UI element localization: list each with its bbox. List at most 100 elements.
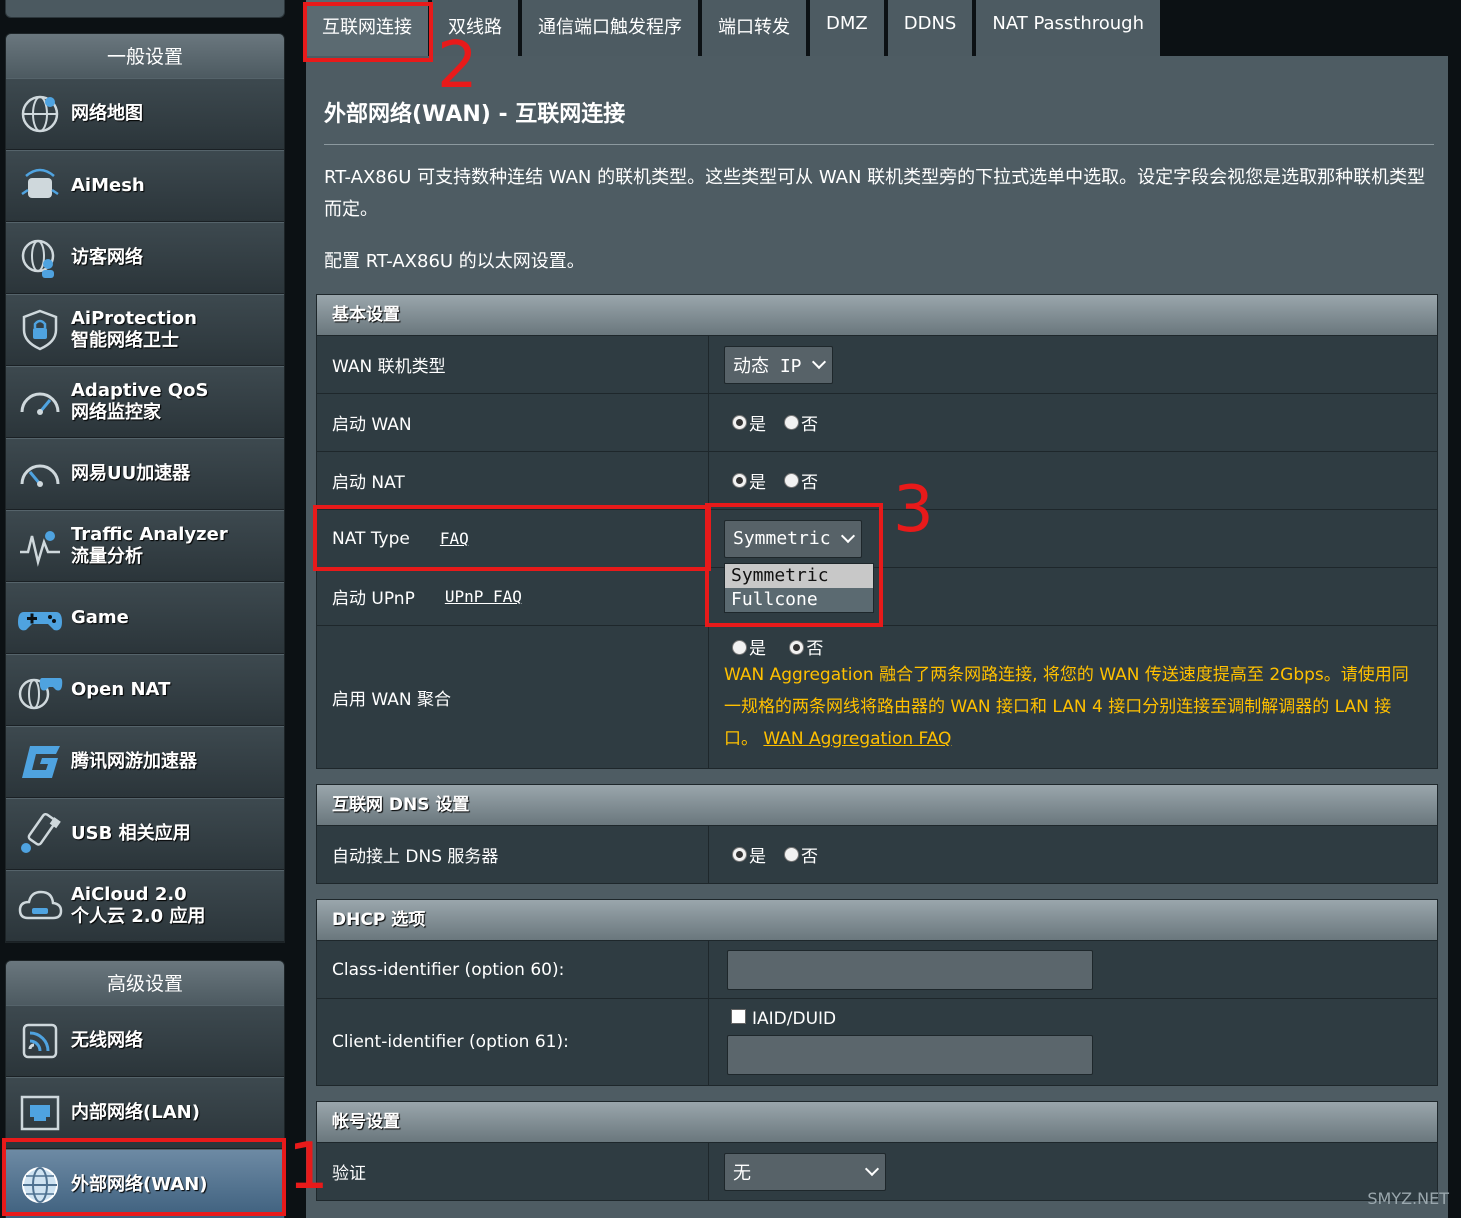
enable-wan-row: 启动 WAN 是 否 [317,393,1437,451]
traffic-analyzer-icon [20,531,60,567]
annotation-number-3: 3 [893,473,934,547]
sidebar-item-open-nat[interactable]: Open NAT [6,654,284,726]
auto-dns-yes-radio[interactable] [732,847,747,862]
highlight-box-nat-label [313,505,711,571]
sidebar-item-label: 无线网络 [71,1030,143,1051]
sidebar-item-aiprotection[interactable]: AiProtection 智能网络卫士 [6,294,284,366]
sidebar-item-aicloud[interactable]: AiCloud 2.0 个人云 2.0 应用 [6,870,284,942]
sidebar-item-label: Adaptive QoS [71,380,209,401]
watermark: SMYZ.NET [1367,1189,1449,1208]
sidebar-general: 一般设置 网络地图 AiMesh 访客网络 AiProtection 智能网络卫… [5,33,285,943]
wan-aggregation-row: 启用 WAN 聚合 是 否 WAN Aggregation 融合了两条网路连接,… [317,625,1437,768]
sidebar-item-label: Traffic Analyzer [71,524,228,545]
sidebar-item-game[interactable]: Game [6,582,284,654]
open-nat-icon [18,678,63,710]
page-subdescription: 配置 RT-AX86U 的以太网设置。 [324,251,585,272]
sidebar-item-guest-network[interactable]: 访客网络 [6,222,284,294]
sidebar-item-traffic-analyzer[interactable]: Traffic Analyzer 流量分析 [6,510,284,582]
chevron-down-icon [811,354,826,369]
authentication-label: 验证 [317,1143,709,1200]
aggregation-no-radio[interactable] [789,640,805,655]
gamepad-icon [18,612,62,631]
title-divider [324,144,1434,145]
authentication-select[interactable]: 无 [724,1152,886,1191]
radio-yes-label: 是 [749,639,766,659]
usb-icon [21,812,61,853]
sidebar-item-network-map[interactable]: 网络地图 [6,78,284,150]
dns-settings-section: 互联网 DNS 设置 自动接上 DNS 服务器 是 否 [316,784,1438,884]
annotation-number-2: 2 [437,29,478,103]
network-map-icon [21,95,59,133]
auto-dns-no-radio[interactable] [784,847,799,862]
radio-no-label: 否 [801,473,818,493]
upnp-faq-link[interactable]: UPnP FAQ [445,587,522,606]
highlight-box-nat-dropdown [705,503,883,627]
sidebar-item-label: Game [71,607,129,628]
client-identifier-input[interactable] [727,1035,1093,1075]
section-header: DHCP 选项 [317,900,1437,940]
shield-lock-icon [22,309,58,351]
radio-no-label: 否 [801,415,818,435]
class-identifier-row: Class-identifier (option 60): [317,940,1437,998]
aggregation-warning: WAN Aggregation 融合了两条网路连接, 将您的 WAN 传送速度提… [724,659,1425,755]
iaid-duid-label: IAID/DUID [752,1009,837,1029]
highlight-box-tab [303,2,433,62]
sidebar-item-label: 内部网络(LAN) [71,1102,200,1123]
sidebar-item-sublabel: 流量分析 [71,546,143,567]
tab-port-trigger[interactable]: 通信端口触发程序 [522,0,698,56]
wan-type-value: 动态 IP [733,355,802,377]
enable-nat-row: 启动 NAT 是 否 [317,451,1437,509]
radio-yes-label: 是 [749,847,766,867]
sidebar-item-uu-accelerator[interactable]: 网易UU加速器 [6,438,284,510]
aggregation-faq-link[interactable]: WAN Aggregation FAQ [763,729,951,749]
wan-type-label: WAN 联机类型 [317,336,709,393]
enable-nat-label: 启动 NAT [317,452,709,509]
tab-port-forwarding[interactable]: 端口转发 [702,0,806,56]
enable-nat-no-radio[interactable] [784,473,799,488]
tab-ddns[interactable]: DDNS [887,0,973,56]
chevron-down-icon [864,1161,880,1176]
sidebar-top-stub [5,0,285,18]
sidebar-item-label: AiCloud 2.0 [71,884,187,905]
sidebar-item-label: Open NAT [71,679,171,700]
sidebar-item-wireless[interactable]: 无线网络 [6,1005,284,1077]
enable-wan-yes-radio[interactable] [732,415,747,430]
tab-nat-passthrough[interactable]: NAT Passthrough [976,0,1161,56]
class-identifier-label: Class-identifier (option 60): [317,941,709,998]
dhcp-options-section: DHCP 选项 Class-identifier (option 60): Cl… [316,899,1438,1086]
enable-wan-no-radio[interactable] [784,415,799,430]
gauge-icon [20,464,60,487]
authentication-value: 无 [733,1162,751,1184]
auto-dns-label: 自动接上 DNS 服务器 [317,826,709,883]
tab-dmz[interactable]: DMZ [810,0,884,56]
main-content: 外部网络(WAN) - 互联网连接 RT-AX86U 可支持数种连结 WAN 的… [306,56,1448,1218]
iaid-duid-checkbox[interactable] [731,1009,746,1024]
wan-type-row: WAN 联机类型 动态 IP [317,335,1437,393]
enable-wan-label: 启动 WAN [317,394,709,451]
sidebar-item-label: AiMesh [71,175,145,196]
cloud-icon [18,890,63,920]
highlight-box-wan [2,1138,286,1216]
radio-no-label: 否 [806,639,824,659]
sidebar-item-label: USB 相关应用 [71,823,191,844]
radio-yes-label: 是 [749,473,766,493]
sidebar-item-aimesh[interactable]: AiMesh [6,150,284,222]
sidebar-item-label: AiProtection [71,308,197,329]
tencent-accelerator-icon [22,746,60,778]
section-header: 互联网 DNS 设置 [317,785,1437,825]
aggregation-yes-radio[interactable] [732,640,747,655]
section-header: 基本设置 [317,295,1437,335]
auto-dns-row: 自动接上 DNS 服务器 是 否 [317,825,1437,883]
radio-no-label: 否 [801,847,818,867]
authentication-row: 验证 无 [317,1142,1437,1200]
enable-nat-yes-radio[interactable] [732,473,747,488]
sidebar-item-usb[interactable]: USB 相关应用 [6,798,284,870]
sidebar-item-adaptive-qos[interactable]: Adaptive QoS 网络监控家 [6,366,284,438]
client-identifier-label: Client-identifier (option 61): [317,999,709,1085]
wan-type-select[interactable]: 动态 IP [724,345,833,384]
sidebar-item-tencent-accelerator[interactable]: 腾讯网游加速器 [6,726,284,798]
lan-port-icon [20,1095,60,1131]
radio-yes-label: 是 [749,415,766,435]
class-identifier-input[interactable] [727,949,1093,990]
sidebar-item-label: 网络地图 [71,103,143,124]
